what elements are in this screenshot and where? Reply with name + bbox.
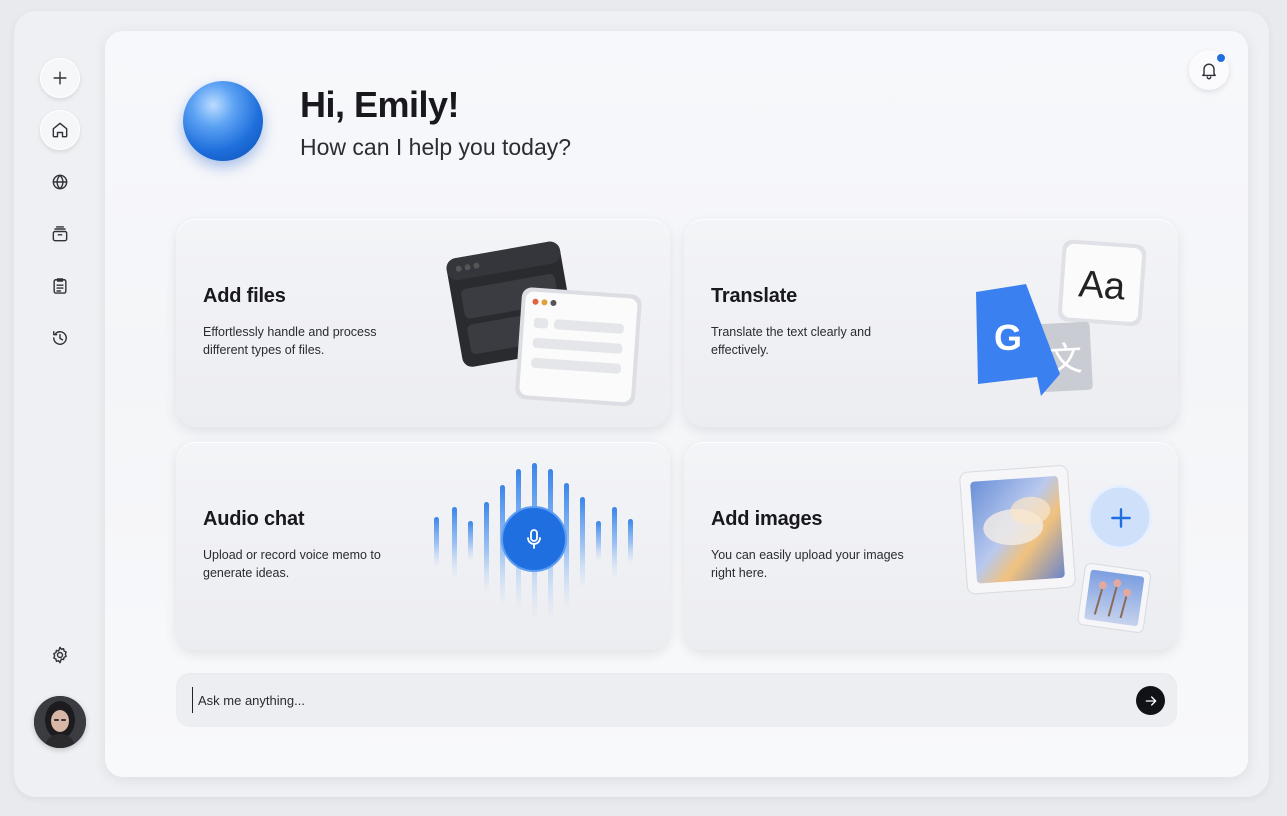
composer <box>176 673 1177 727</box>
plus-icon <box>53 71 67 85</box>
globe-icon <box>52 174 68 190</box>
card-title: Add files <box>203 285 286 307</box>
bell-icon <box>1202 63 1216 80</box>
card-description: Upload or record voice memo to generate … <box>203 548 381 580</box>
unread-dot <box>1216 53 1226 63</box>
greeting: Hi, Emily! <box>300 84 460 125</box>
notifications-button[interactable] <box>1189 50 1229 90</box>
explore-button[interactable] <box>40 162 80 202</box>
home-button[interactable] <box>40 110 80 150</box>
card-title: Translate <box>711 285 798 307</box>
files-illustration <box>446 241 642 407</box>
archive-icon <box>52 226 68 242</box>
add-image-button[interactable] <box>1090 487 1152 549</box>
card-title: Audio chat <box>203 508 305 530</box>
card-description: You can easily upload your images right … <box>711 548 904 580</box>
translate-card[interactable]: Translate Translate the text clearly and… <box>684 219 1178 427</box>
notes-button[interactable] <box>40 266 80 306</box>
settings-button[interactable] <box>40 635 80 675</box>
archive-button[interactable] <box>40 214 80 254</box>
arrow-right-icon <box>1145 695 1156 706</box>
g-letter: G <box>994 317 1022 358</box>
microphone-icon <box>527 529 541 549</box>
card-title: Add images <box>711 508 823 530</box>
assistant-orb <box>183 81 263 161</box>
audio-chat-card[interactable]: Audio chat Upload or record voice memo t… <box>176 442 670 650</box>
sample-text: Aa <box>1077 263 1127 308</box>
send-button[interactable] <box>1136 686 1165 715</box>
history-icon <box>53 331 67 345</box>
plus-icon <box>1111 508 1131 528</box>
avatar[interactable] <box>34 696 86 748</box>
history-button[interactable] <box>40 318 80 358</box>
add-images-card[interactable]: Add images You can easily upload your im… <box>684 442 1178 650</box>
translate-illustration: Aa 文 G <box>976 239 1147 396</box>
greeting-subtitle: How can I help you today? <box>300 134 572 160</box>
ask-input[interactable] <box>192 687 1112 713</box>
card-description: Translate the text clearly and effective… <box>711 325 872 357</box>
user-avatar-icon <box>34 696 86 748</box>
images-illustration <box>959 465 1153 633</box>
card-description: Effortlessly handle and process differen… <box>203 325 377 357</box>
home-icon <box>52 122 68 138</box>
gear-icon <box>53 646 67 664</box>
add-files-card[interactable]: Add files Effortlessly handle and proces… <box>176 219 670 427</box>
clipboard-icon <box>53 278 67 294</box>
new-chat-button[interactable] <box>40 58 80 98</box>
